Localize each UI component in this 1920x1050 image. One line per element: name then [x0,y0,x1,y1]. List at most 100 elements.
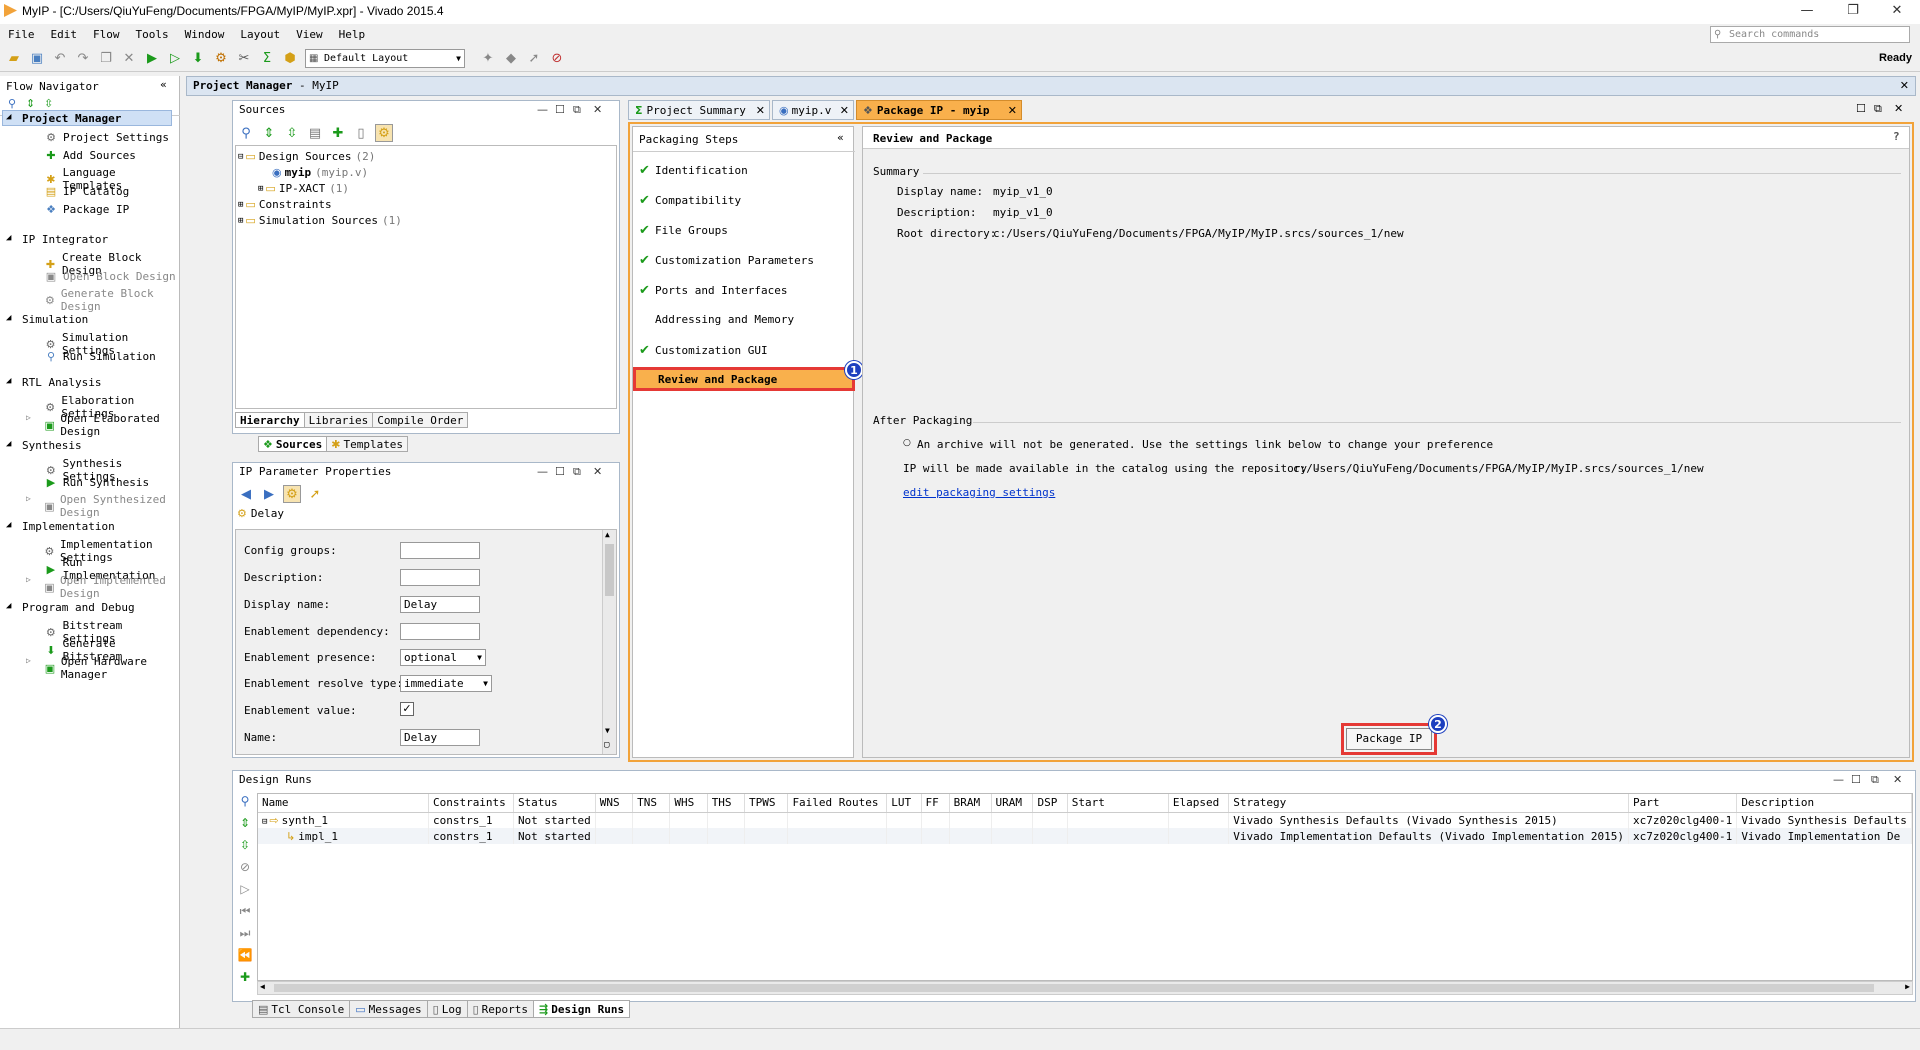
tab-log[interactable]: ▯ Log [426,1000,468,1018]
flow-item-project-settings[interactable]: ⚙ Project Settings [44,130,169,144]
search-icon[interactable]: ⚲ [8,97,16,110]
col-tns[interactable]: TNS [632,794,671,813]
menu-layout[interactable]: Layout [240,28,280,41]
collapse-node-icon[interactable]: ⊟ [238,152,243,162]
expand-all-icon[interactable]: ⇳ [237,837,253,853]
step-ports-and-interfaces[interactable]: ✔ Ports and Interfaces [639,283,787,298]
menu-tools[interactable]: Tools [136,28,169,41]
collapse-all-icon[interactable]: ⇕ [237,815,253,831]
properties-icon[interactable]: ▤ [306,124,324,142]
close-pane-icon[interactable]: ✕ [593,465,602,478]
tree-ipxact[interactable]: ⊞ ▭ IP-XACT (1) [258,182,349,195]
search-commands-input[interactable]: ⚲ Search commands [1710,26,1910,43]
col-name[interactable]: Name [258,794,429,813]
menu-file[interactable]: File [8,28,35,41]
settings-icon[interactable]: ⚙ [212,50,230,68]
tab-messages[interactable]: ▭ Messages [349,1000,428,1018]
step-addressing-and-memory[interactable]: Addressing and Memory [639,313,794,326]
generate-bitstream-icon[interactable]: ⬇ [189,50,207,68]
flow-item-run-synthesis[interactable]: ▶ Run Synthesis [44,475,149,489]
step-customization-parameters[interactable]: ✔ Customization Parameters [639,253,814,268]
collapse-icon[interactable]: « [160,78,167,91]
close-window-button[interactable]: ✕ [1874,0,1920,24]
step-customization-gui[interactable]: ✔ Customization GUI [639,343,768,358]
help-icon[interactable]: ? [1893,130,1900,143]
col-constraints[interactable]: Constraints [428,794,514,813]
tab-myip-v[interactable]: ◉ myip.v ✕ [772,100,854,120]
section-project-manager[interactable]: Project Manager [22,112,121,125]
tab-sources[interactable]: ❖ Sources [258,436,328,452]
close-pane-icon[interactable]: ✕ [1893,773,1902,786]
maximize-pane-icon[interactable]: ☐ [555,103,565,116]
tab-project-summary[interactable]: Σ Project Summary ✕ [628,100,770,120]
last-icon[interactable]: ⏭ [237,925,253,941]
save-icon[interactable]: ▣ [28,50,46,68]
tab-package-ip-myip[interactable]: ❖ Package IP - myip ✕ [856,100,1022,120]
tree-design-sources[interactable]: ⊟ ▭ Design Sources (2) [238,150,375,163]
config-groups-field[interactable] [400,542,480,559]
open-project-icon[interactable]: ▰ [5,50,23,68]
col-whs[interactable]: WHS [669,794,708,813]
tab-tcl-console[interactable]: ▤ Tcl Console [252,1000,351,1018]
layout-select[interactable]: ▦ Default Layout ▼ [305,49,465,68]
auto-update-icon[interactable]: ⚙ [283,485,301,503]
menu-view[interactable]: View [296,28,323,41]
flow-item-open-block-design[interactable]: ▣ Open Block Design [44,269,176,283]
redo-icon[interactable]: ↷ [74,50,92,68]
col-bram[interactable]: BRAM [949,794,992,813]
back-icon[interactable]: ◀ [237,485,255,503]
add-run-icon[interactable]: ✚ [237,969,253,985]
edit-packaging-settings-link[interactable]: edit packaging settings [903,486,1055,499]
enablement-value-checkbox[interactable]: ✓ [400,702,414,716]
flow-item-open-implemented-design[interactable]: ▣ Open Implemented Design [44,574,179,600]
col-ff[interactable]: FF [921,794,950,813]
col-strategy[interactable]: Strategy [1228,794,1629,813]
col-description[interactable]: Description [1736,794,1912,813]
scroll-right-icon[interactable]: ▶ [1905,982,1910,991]
enablement-dependency-field[interactable] [400,623,480,640]
col-failed-routes[interactable]: Failed Routes [787,794,888,813]
flow-item-add-sources[interactable]: ✚ Add Sources [44,148,135,162]
search-icon[interactable]: ⚲ [237,793,253,809]
scrollbar-thumb[interactable] [274,984,1874,992]
menu-flow[interactable]: Flow [93,28,120,41]
maximize-pane-icon[interactable]: ☐ [1851,773,1861,786]
first-icon[interactable]: ⏮ [237,903,253,919]
document-icon[interactable]: ▯ [352,124,370,142]
expand-arrow-icon[interactable]: ▷ [26,656,31,665]
float-pane-icon[interactable]: ⧉ [1874,102,1882,116]
col-dsp[interactable]: DSP [1032,794,1068,813]
col-start[interactable]: Start [1067,794,1169,813]
expand-arrow-icon[interactable]: ▷ [26,575,31,584]
diamond-icon[interactable]: ◆ [502,50,520,68]
copy-icon[interactable]: ❐ [97,50,115,68]
tree-constraints[interactable]: ⊞ ▭ Constraints [238,198,332,211]
flow-item-open-elaborated-design[interactable]: ▣ Open Elaborated Design [44,412,179,438]
section-program-and-debug[interactable]: Program and Debug [22,601,135,614]
run-implementation-icon[interactable]: ▷ [166,50,184,68]
minimize-button[interactable]: — [1784,0,1830,24]
col-wns[interactable]: WNS [595,794,634,813]
section-ip-integrator[interactable]: IP Integrator [22,233,108,246]
close-icon[interactable]: ✕ [1900,77,1909,95]
expand-node-icon[interactable]: ⊞ [238,216,243,226]
section-implementation[interactable]: Implementation [22,520,115,533]
table-row[interactable]: ⊟ ⇨ synth_1 constrs_1 Not started Vivado S… [258,812,1912,828]
restore-button[interactable]: ❐ [1830,0,1876,24]
expand-node-icon[interactable]: ⊞ [258,184,263,194]
minimize-pane-icon[interactable]: — [537,465,548,478]
name-field[interactable]: Delay [400,729,480,746]
col-tpws[interactable]: TPWS [744,794,789,813]
flow-item-run-simulation[interactable]: ⚲ Run Simulation [44,349,156,363]
scroll-left-icon[interactable]: ◀ [260,982,265,991]
tab-libraries[interactable]: Libraries [303,412,374,428]
col-status[interactable]: Status [513,794,596,813]
select-pointer-icon[interactable]: ➚ [306,485,324,503]
float-pane-icon[interactable]: ⧉ [573,103,581,117]
section-rtl-analysis[interactable]: RTL Analysis [22,376,101,389]
scroll-up-icon[interactable]: ▲ [605,530,610,539]
report-icon[interactable]: Σ [258,50,276,68]
hierarchy-update-icon[interactable]: ⚙ [375,124,393,142]
float-pane-icon[interactable]: ⧉ [573,465,581,479]
run-synthesis-icon[interactable]: ▶ [143,50,161,68]
